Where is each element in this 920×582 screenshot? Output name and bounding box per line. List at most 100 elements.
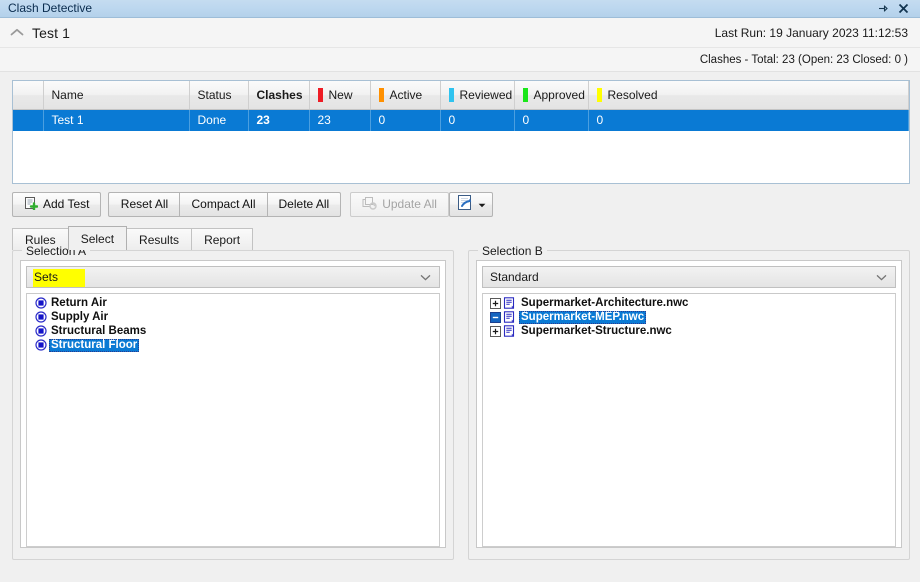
list-item[interactable]: Structural Floor (27, 338, 439, 352)
tests-column-header[interactable]: Status (189, 81, 249, 110)
add-test-button[interactable]: Add Test (12, 191, 102, 217)
expander-collapsed-icon[interactable] (490, 325, 501, 337)
clash-summary-label: Clashes - Total: 23 (Open: 23 Closed: 0 … (699, 53, 908, 66)
status-color-swatch (522, 87, 528, 102)
window-title: Clash Detective (8, 1, 93, 15)
tests-column-header-label: Name (51, 87, 84, 102)
status-color-swatch (378, 87, 384, 102)
tests-column-header-label: Active (389, 87, 423, 102)
close-icon[interactable] (897, 2, 910, 15)
selection-b-group: Selection B Standard Supermarket-Archite… (468, 244, 910, 560)
table-row[interactable]: Test 1 Done 23 23 0 0 0 0 (13, 109, 909, 131)
status-color-swatch (317, 87, 323, 102)
tests-column-header[interactable]: Active (370, 81, 441, 110)
list-item[interactable]: Supply Air (27, 310, 439, 324)
export-report-button[interactable] (448, 191, 493, 217)
selection-a-source-dropdown[interactable]: Sets (26, 266, 440, 288)
set-icon (35, 311, 47, 323)
list-item[interactable]: Supermarket-MEP.nwc (483, 310, 895, 324)
selection-a-list[interactable]: Return Air Supply Air Structural Beams Stru… (26, 293, 440, 547)
table-cell: 0 (370, 109, 441, 131)
list-item[interactable]: Structural Beams (27, 324, 439, 338)
chevron-up-icon[interactable] (2, 28, 32, 37)
selection-b-source-value: Standard (490, 270, 539, 284)
tests-column-header-label: Approved (533, 87, 585, 102)
table-empty-area (13, 131, 909, 181)
tab-label: Results (139, 232, 180, 247)
model-file-icon (503, 325, 515, 337)
tests-column-header[interactable]: New (309, 81, 371, 110)
list-item-label: Supermarket-MEP.nwc (519, 310, 647, 324)
bulk-actions-group: Reset All Compact All Delete All (108, 191, 342, 217)
tests-column-header[interactable]: Reviewed (440, 81, 515, 110)
list-item-label: Return Air (51, 296, 107, 309)
last-run-label: Last Run: 19 January 2023 11:12:53 (714, 25, 908, 40)
table-cell: 23 (309, 109, 371, 131)
chevron-down-icon (478, 197, 486, 211)
compact-all-label: Compact All (191, 197, 256, 211)
reset-all-label: Reset All (120, 197, 169, 211)
tests-column-header[interactable]: Resolved (588, 81, 909, 110)
set-icon (35, 339, 47, 351)
list-item-label: Supply Air (51, 310, 109, 323)
selection-a-box: Sets Return Air Supply Air Structural Beam… (20, 260, 446, 548)
list-item[interactable]: Return Air (27, 296, 439, 310)
expander-collapsed-icon[interactable] (490, 297, 501, 309)
clash-summary-row: Clashes - Total: 23 (Open: 23 Closed: 0 … (0, 48, 920, 71)
pin-icon[interactable] (876, 2, 889, 15)
selection-a-source-value: Sets (34, 270, 59, 284)
tab-label: Select (80, 231, 115, 246)
model-file-icon (503, 297, 515, 309)
update-all-icon (362, 196, 377, 213)
tests-column-header[interactable] (13, 81, 44, 110)
selection-panels: Selection A Sets Return Air Supply Air Str… (12, 244, 910, 560)
list-item[interactable]: Supermarket-Structure.nwc (483, 324, 895, 338)
list-item-label: Supermarket-Architecture.nwc (521, 296, 689, 309)
tests-column-header-label: Reviewed (459, 87, 513, 102)
tests-table: Name Status Clashes New Active Reviewed Approv… (13, 81, 909, 181)
table-cell (13, 109, 44, 131)
delete-all-button[interactable]: Delete All (266, 191, 342, 217)
table-cell: 23 (248, 109, 310, 131)
chevron-down-icon[interactable] (876, 267, 887, 287)
reset-all-button[interactable]: Reset All (108, 191, 181, 217)
tests-table-container[interactable]: Name Status Clashes New Active Reviewed Approv… (12, 80, 910, 184)
selection-a-group: Selection A Sets Return Air Supply Air Str… (12, 244, 454, 560)
selection-b-title: Selection B (478, 244, 547, 258)
window-titlebar: Clash Detective (0, 0, 920, 18)
status-color-swatch (596, 87, 602, 102)
tab-label: Report (204, 232, 241, 247)
expander-expanded-icon[interactable] (490, 311, 501, 323)
export-report-icon (456, 194, 475, 214)
test-header: Test 1 Last Run: 19 January 2023 11:12:5… (0, 18, 920, 72)
compact-all-button[interactable]: Compact All (179, 191, 268, 217)
selection-b-source-dropdown[interactable]: Standard (482, 266, 896, 288)
table-cell: Test 1 (43, 109, 190, 131)
chevron-down-icon[interactable] (420, 267, 431, 287)
page-title: Test 1 (32, 24, 70, 41)
tests-column-header[interactable]: Approved (514, 81, 589, 110)
delete-all-label: Delete All (278, 197, 330, 211)
list-item[interactable]: Supermarket-Architecture.nwc (483, 296, 895, 310)
tests-column-header[interactable]: Name (43, 81, 190, 110)
table-cell: 0 (514, 109, 589, 131)
list-item-label: Structural Beams (51, 324, 147, 337)
test-actions-toolbar: Add Test Reset All Compact All Delete Al… (12, 191, 910, 217)
window-controls (876, 2, 916, 15)
tests-table-header-row: Name Status Clashes New Active Reviewed Approv… (13, 81, 909, 110)
add-test-icon (24, 196, 39, 213)
selection-b-box: Standard Supermarket-Architecture.nwc Sup… (476, 260, 902, 548)
tab-report[interactable]: Report (191, 228, 254, 250)
test-header-row: Test 1 Last Run: 19 January 2023 11:12:5… (0, 18, 920, 48)
set-icon (35, 297, 47, 309)
list-item-label: Structural Floor (49, 338, 140, 352)
list-item-label: Supermarket-Structure.nwc (521, 324, 672, 337)
table-cell: 0 (588, 109, 909, 131)
tab-select[interactable]: Select (67, 226, 128, 250)
status-color-swatch (448, 87, 454, 102)
tab-results[interactable]: Results (126, 228, 193, 250)
tests-column-header-label: Clashes (256, 87, 303, 102)
selection-b-list[interactable]: Supermarket-Architecture.nwc Supermarket-… (482, 293, 896, 547)
tests-column-header[interactable]: Clashes (248, 81, 310, 110)
tests-column-header-label: New (328, 87, 353, 102)
